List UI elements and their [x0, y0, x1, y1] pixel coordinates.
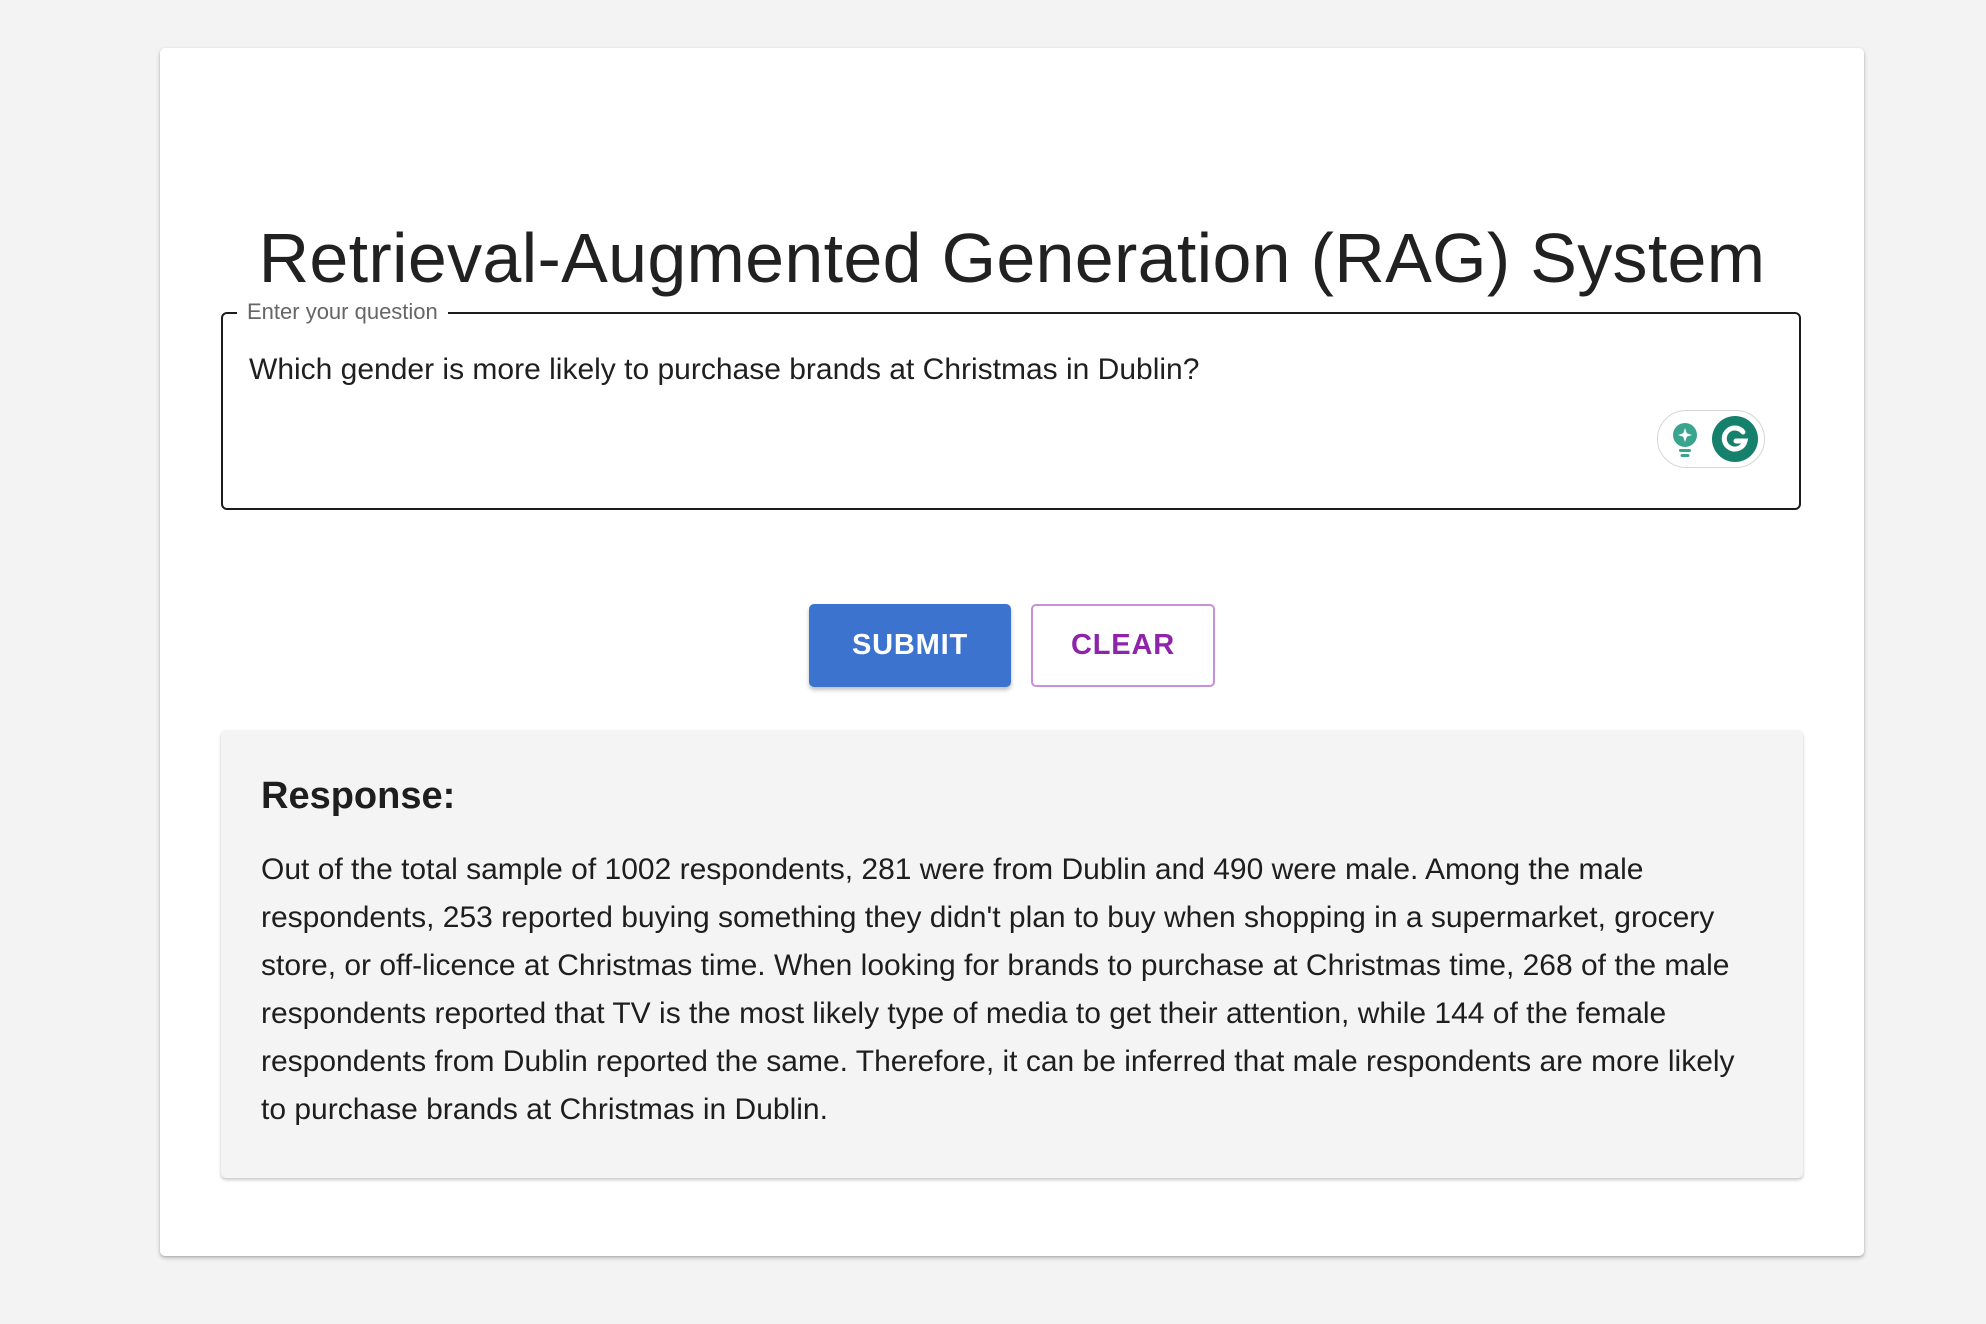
response-panel: Response: Out of the total sample of 100…	[221, 730, 1803, 1178]
question-input[interactable]	[223, 314, 1799, 508]
question-field[interactable]: Enter your question	[221, 298, 1801, 510]
grammarly-icon[interactable]	[1710, 414, 1760, 464]
main-card: Retrieval-Augmented Generation (RAG) Sys…	[160, 48, 1864, 1256]
response-text: Out of the total sample of 1002 responde…	[261, 853, 1735, 1126]
grammarly-widget[interactable]	[1657, 410, 1765, 468]
page-title: Retrieval-Augmented Generation (RAG) Sys…	[258, 219, 1766, 297]
clear-button[interactable]: CLEAR	[1031, 604, 1215, 687]
response-heading: Response:	[261, 775, 456, 817]
lightbulb-icon[interactable]	[1670, 421, 1700, 459]
submit-button[interactable]: SUBMIT	[809, 604, 1011, 687]
